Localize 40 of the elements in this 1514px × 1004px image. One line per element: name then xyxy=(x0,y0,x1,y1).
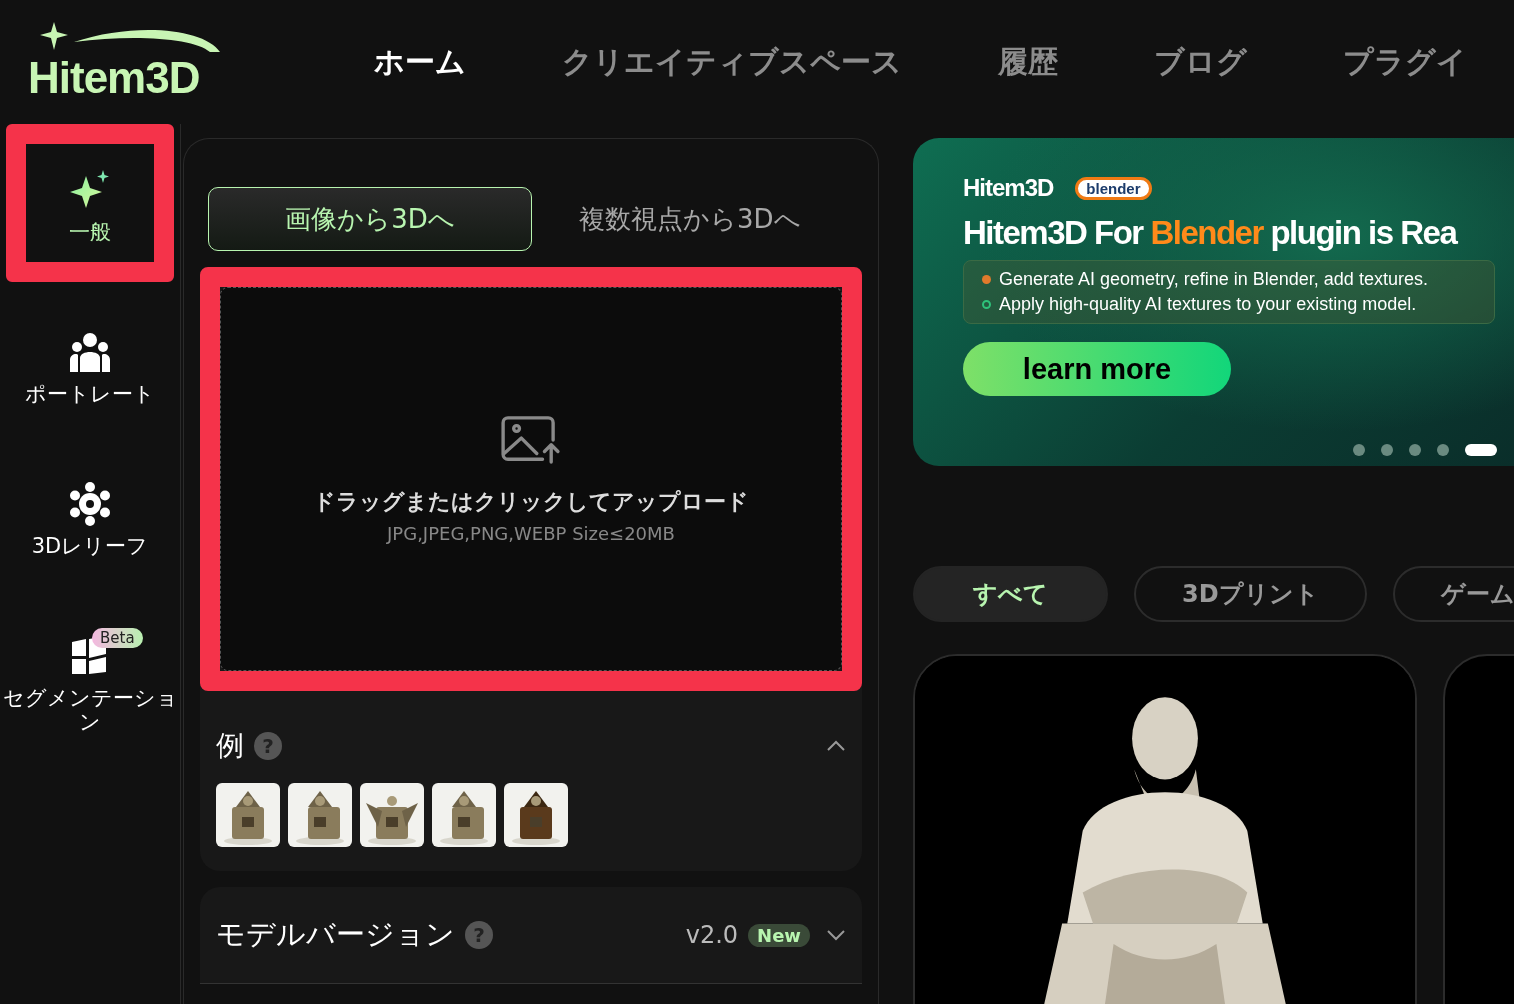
filter-chip[interactable]: すべて xyxy=(913,566,1108,622)
sidebar-item[interactable]: 一般 xyxy=(6,124,174,282)
nav-tab[interactable]: ブログ xyxy=(1154,41,1247,83)
logo-text: Hitem3D xyxy=(28,54,200,102)
upload-instruction: ドラッグまたはクリックしてアップロード xyxy=(313,487,749,516)
sidebar-item[interactable]: Beta セグメンテーション xyxy=(6,606,174,762)
image-upload-icon xyxy=(500,414,562,465)
collapse-chevron-icon[interactable] xyxy=(826,740,846,752)
feature-text: Apply high-quality AI textures to your existing model. xyxy=(999,294,1417,315)
file-format-hint: JPG,JPEG,PNG,WEBP Size≤20MB xyxy=(387,522,675,544)
carousel-dot[interactable] xyxy=(1409,444,1421,456)
sidebar-item[interactable]: ポートレート xyxy=(6,302,174,434)
carousel-dot[interactable] xyxy=(1381,444,1393,456)
filter-chip[interactable]: 3Dプリント xyxy=(1134,566,1367,622)
examples-heading: 例 xyxy=(216,728,244,764)
upload-area[interactable]: ドラッグまたはクリックしてアップロード JPG,JPEG,PNG,WEBP Size≤20MB xyxy=(220,287,842,671)
beta-badge: Beta xyxy=(92,628,143,648)
sidebar-item[interactable]: 3Dレリーフ xyxy=(6,454,174,586)
mode-tab[interactable]: 画像から3Dへ xyxy=(208,187,532,251)
carousel-dot[interactable] xyxy=(1437,444,1449,456)
model-version-label: モデルバージョン xyxy=(216,916,455,953)
version-value: v2.0 xyxy=(685,921,739,949)
dropdown-chevron-icon[interactable] xyxy=(826,929,846,941)
nav-tab[interactable]: 履歴 xyxy=(998,41,1058,83)
partner-logo: blender xyxy=(1075,176,1152,200)
brand-logo: Hitem3D xyxy=(963,174,1054,202)
logo[interactable]: Hitem3D xyxy=(24,22,224,102)
feature-text: Generate AI geometry, refine in Blender, add textures. xyxy=(999,269,1428,290)
gear-icon xyxy=(68,482,112,526)
carousel-dot[interactable] xyxy=(1353,444,1365,456)
learn-more-button[interactable]: learn more xyxy=(963,342,1231,396)
nav-tab[interactable]: プラグイ xyxy=(1343,41,1467,83)
mode-tab[interactable]: 複数視点から3Dへ xyxy=(578,187,802,251)
nav-tab[interactable]: ホーム xyxy=(374,41,466,83)
banner-headline: Hitem3D For Blender plugin is Rea xyxy=(963,214,1459,252)
promo-banner[interactable]: Hitem3D blender Hitem3D For Blender plugin is Rea Generate AI geometry, refine in Blender, add textures. Apply high-quality AI textures to your existing model. learn more xyxy=(913,138,1514,466)
nav-tab[interactable]: クリエイティブスペース xyxy=(562,41,902,83)
filter-chip[interactable]: ゲーム xyxy=(1392,566,1514,622)
new-badge: New xyxy=(748,923,810,947)
people-icon xyxy=(68,330,112,374)
